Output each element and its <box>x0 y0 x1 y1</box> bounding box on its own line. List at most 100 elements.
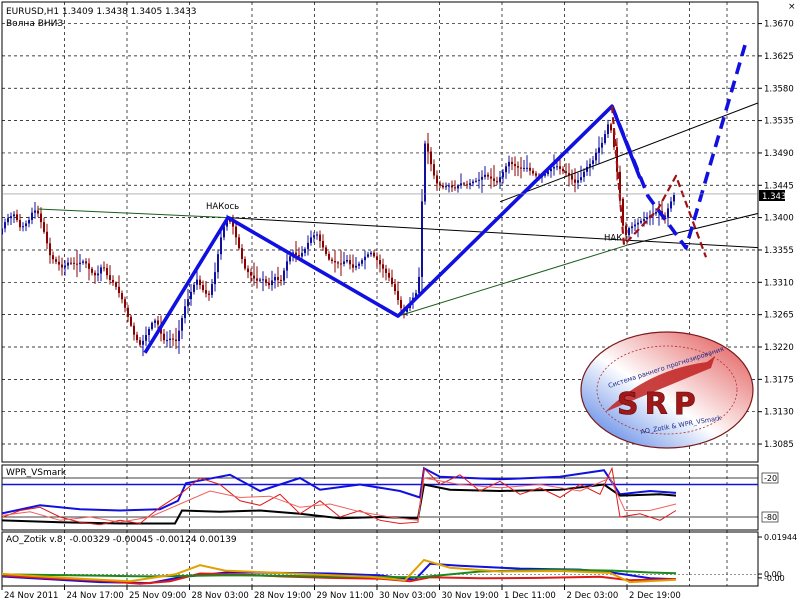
x-tick-label: 24 Nov 2011 <box>4 591 58 601</box>
candle-body <box>367 254 369 257</box>
candle-body <box>631 226 633 229</box>
candle-body <box>436 175 438 184</box>
candle-body <box>439 183 441 186</box>
candle-body <box>4 222 6 229</box>
y-tick-label: 1.3175 <box>764 375 794 385</box>
x-tick-label: 30 Nov 03:00 <box>379 591 436 601</box>
current-price-label: 1.3433 <box>762 192 792 202</box>
candle-body <box>154 320 156 323</box>
candle-body <box>454 187 456 189</box>
candle-body <box>136 334 138 341</box>
candle-body <box>199 279 201 286</box>
candle-body <box>643 219 645 221</box>
candle-body <box>634 224 636 227</box>
candle-body <box>190 291 192 300</box>
candle-body <box>463 183 465 185</box>
close-icon[interactable]: × <box>788 2 796 12</box>
y-tick-label: 1.3535 <box>764 117 794 127</box>
x-tick-label: 2 Dec 03:00 <box>567 591 619 601</box>
y-tick-label: 1.3445 <box>764 181 794 191</box>
candle-body <box>2 228 3 235</box>
candle-body <box>421 201 423 277</box>
chart-title: EURUSD,H1 1.3409 1.3438 1.3405 1.3433 <box>6 7 197 17</box>
chart-subtitle: Волна ВНИЗ <box>6 19 63 29</box>
ao-indicator-name: AO_Zotik v.8 <box>6 535 63 545</box>
candle-body <box>22 226 24 228</box>
candle-body <box>595 152 597 161</box>
candle-body <box>46 231 48 244</box>
candle-body <box>556 166 558 168</box>
candle-body <box>592 160 594 164</box>
candle-body <box>571 175 573 180</box>
candle-body <box>307 242 309 249</box>
candle-body <box>28 219 30 224</box>
candle-body <box>280 279 282 281</box>
candle-body <box>301 252 303 257</box>
candle-body <box>583 171 585 178</box>
candle-body <box>172 338 174 340</box>
candle-body <box>103 267 105 269</box>
candle-body <box>640 220 642 223</box>
candle-body <box>598 147 600 153</box>
chart-canvas[interactable]: НАКось НАК 24 Nov 2011 24 Nov 17:00 25 Nov … <box>0 0 800 603</box>
candle-body <box>388 272 390 278</box>
candle-body <box>424 143 426 202</box>
y-tick-label: 1.3355 <box>764 246 794 256</box>
candle-body <box>88 263 90 269</box>
candle-body <box>358 263 360 266</box>
candle-body <box>157 320 159 325</box>
candle-body <box>433 164 435 176</box>
candle-body <box>667 208 669 218</box>
candle-body <box>340 263 342 265</box>
candle-body <box>502 172 504 178</box>
y-tick-label: 1.3670 <box>764 20 794 30</box>
candle-body <box>526 167 528 169</box>
candle-body <box>10 216 12 219</box>
y-tick-label: 1.3265 <box>764 311 794 321</box>
candle-body <box>397 290 399 300</box>
candle-body <box>247 268 249 273</box>
candle-body <box>181 318 183 331</box>
ao-tick-label: 0.01944 <box>764 533 797 542</box>
candle-body <box>379 260 381 265</box>
candle-body <box>625 225 627 236</box>
candle-body <box>184 306 186 319</box>
candle-body <box>451 185 453 188</box>
candle-body <box>559 166 561 169</box>
wpr-indicator-title: WPR_VSmark <box>6 468 67 478</box>
candle-body <box>508 161 510 167</box>
candle-body <box>262 279 264 281</box>
candle-body <box>601 142 603 148</box>
candle-body <box>196 279 198 285</box>
candle-body <box>385 268 387 273</box>
candle-body <box>259 279 261 281</box>
candle-body <box>277 277 279 280</box>
candle-body <box>202 285 204 291</box>
candle-body <box>241 248 243 259</box>
candle-body <box>268 282 270 286</box>
candle-body <box>253 275 255 279</box>
candle-body <box>115 282 117 287</box>
candle-body <box>151 322 153 329</box>
annotation-label: НАК <box>604 234 622 244</box>
candle-body <box>460 183 462 186</box>
candle-body <box>604 134 606 143</box>
candle-body <box>607 124 609 135</box>
candle-body <box>580 177 582 181</box>
candle-body <box>91 268 93 273</box>
candle-body <box>304 248 306 253</box>
candle-body <box>52 255 54 260</box>
candle-body <box>487 174 489 177</box>
candle-body <box>400 299 402 309</box>
candle-body <box>214 272 216 285</box>
annotation-label: НАКось <box>206 202 239 212</box>
candle-body <box>118 286 120 294</box>
candle-body <box>100 267 102 274</box>
candle-body <box>76 263 78 265</box>
candle-body <box>535 173 537 176</box>
candle-body <box>376 256 378 261</box>
candle-body <box>58 261 60 265</box>
candle-body <box>208 293 210 295</box>
y-tick-label: 1.3625 <box>764 52 794 62</box>
candle-body <box>178 330 180 342</box>
